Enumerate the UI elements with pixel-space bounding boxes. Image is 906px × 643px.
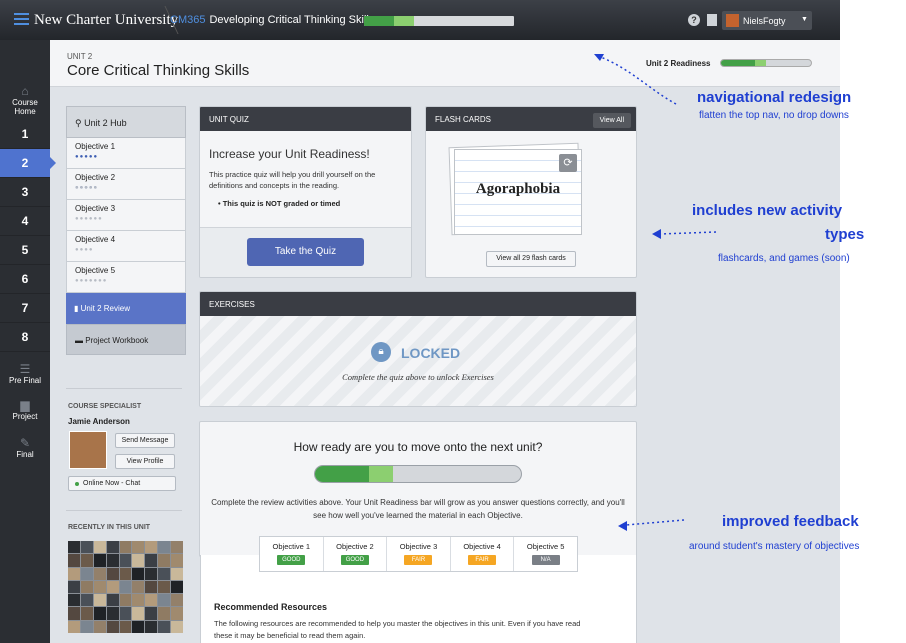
arrowhead-activities [652, 229, 661, 239]
arrow-feedback [625, 519, 685, 526]
arrowhead-nav [594, 54, 604, 61]
arrow-nav [597, 55, 677, 105]
annotation-arrows [594, 54, 717, 531]
arrow-activities [659, 231, 717, 235]
arrowhead-feedback [618, 521, 627, 531]
